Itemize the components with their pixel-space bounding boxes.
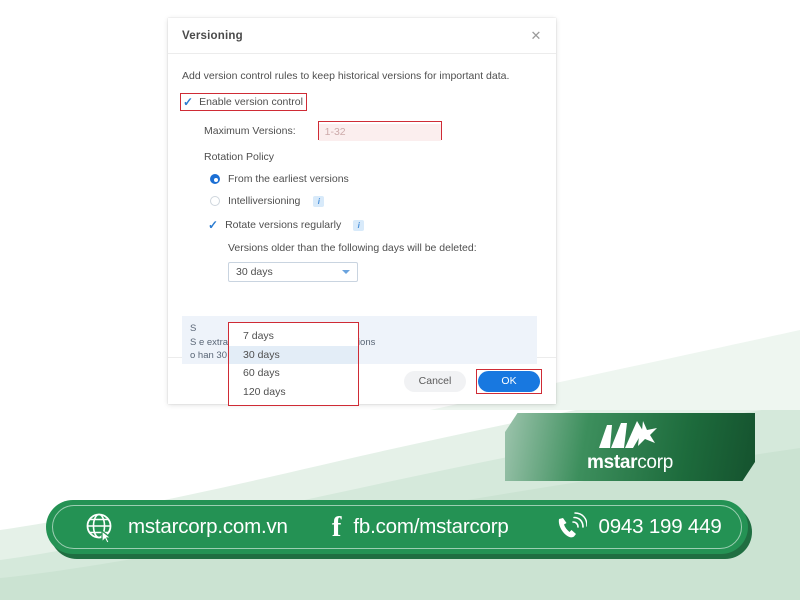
chevron-down-icon (342, 270, 350, 274)
ok-button-highlight: OK (476, 368, 542, 394)
mstarcorp-logo-banner: mstarcorp (505, 413, 755, 481)
dialog-footer: Cancel OK (168, 357, 556, 404)
maximum-versions-input[interactable] (318, 123, 441, 141)
retention-days-select[interactable]: 30 days (228, 262, 358, 282)
dropdown-option[interactable]: 30 days (229, 345, 358, 364)
info-icon[interactable]: i (313, 195, 325, 207)
close-icon[interactable]: ✕ (528, 28, 544, 44)
radio-indicator (210, 174, 220, 184)
facebook-text: fb.com/mstarcorp (353, 515, 509, 538)
info-icon[interactable]: i (353, 219, 365, 231)
rotate-versions-regularly-checkbox[interactable]: ✓ Rotate versions regularly i (182, 219, 542, 231)
logo-wordmark-light: corp (637, 451, 673, 473)
phone-text: 0943 199 449 (598, 515, 722, 538)
checkmark-icon: ✓ (183, 95, 194, 109)
phone-icon (558, 512, 587, 538)
contact-bar: mstarcorp.com.vn f fb.com/mstarcorp 0943… (46, 500, 748, 554)
facebook-icon: f (331, 510, 342, 543)
cancel-button[interactable]: Cancel (404, 370, 466, 392)
radio-label: Intelliversioning (228, 195, 301, 207)
ok-button[interactable]: OK (478, 370, 540, 392)
contact-facebook[interactable]: f fb.com/mstarcorp (331, 510, 509, 543)
contact-website[interactable]: mstarcorp.com.vn (84, 511, 288, 543)
retention-days-dropdown-list[interactable]: 7 days 30 days 60 days 120 days (228, 322, 359, 406)
rotation-policy-label: Rotation Policy (204, 151, 275, 163)
rotate-versions-label: Rotate versions regularly (225, 219, 342, 231)
globe-icon (86, 513, 113, 543)
maximum-versions-field-highlight (317, 121, 442, 141)
maximum-versions-row: Maximum Versions: (182, 121, 542, 141)
page-title: Versioning (182, 29, 243, 42)
radio-label: From the earliest versions (228, 173, 349, 185)
contact-phone[interactable]: 0943 199 449 (553, 511, 722, 543)
checkmark-icon: ✓ (208, 218, 219, 232)
dropdown-option[interactable]: 60 days (229, 364, 358, 383)
enable-version-control-checkbox[interactable]: ✓ Enable version control (180, 93, 307, 111)
mstar-logo-icon (599, 420, 657, 448)
logo-wordmark: mstarcorp (587, 452, 673, 474)
maximum-versions-label: Maximum Versions: (204, 124, 296, 137)
dialog-description: Add version control rules to keep histor… (182, 70, 510, 82)
radio-indicator (210, 196, 220, 206)
versioning-dialog: Versioning ✕ Add version control rules t… (168, 18, 556, 406)
screenshot-root: Versioning ✕ Add version control rules t… (0, 0, 800, 600)
retention-days-selected-value: 30 days (236, 266, 273, 278)
dialog-titlebar: Versioning ✕ (168, 18, 556, 54)
dropdown-option[interactable]: 7 days (229, 327, 358, 346)
days-deleted-label: Versions older than the following days w… (228, 242, 477, 254)
dropdown-option[interactable]: 120 days (229, 383, 358, 402)
radio-from-earliest-versions[interactable]: From the earliest versions (182, 173, 542, 185)
radio-intelliversioning[interactable]: Intelliversioning i (182, 195, 542, 207)
logo-wordmark-bold: mstar (586, 451, 638, 473)
dialog-body: Add version control rules to keep histor… (168, 54, 556, 406)
website-text: mstarcorp.com.vn (128, 515, 288, 538)
enable-version-control-label: Enable version control (199, 96, 303, 108)
